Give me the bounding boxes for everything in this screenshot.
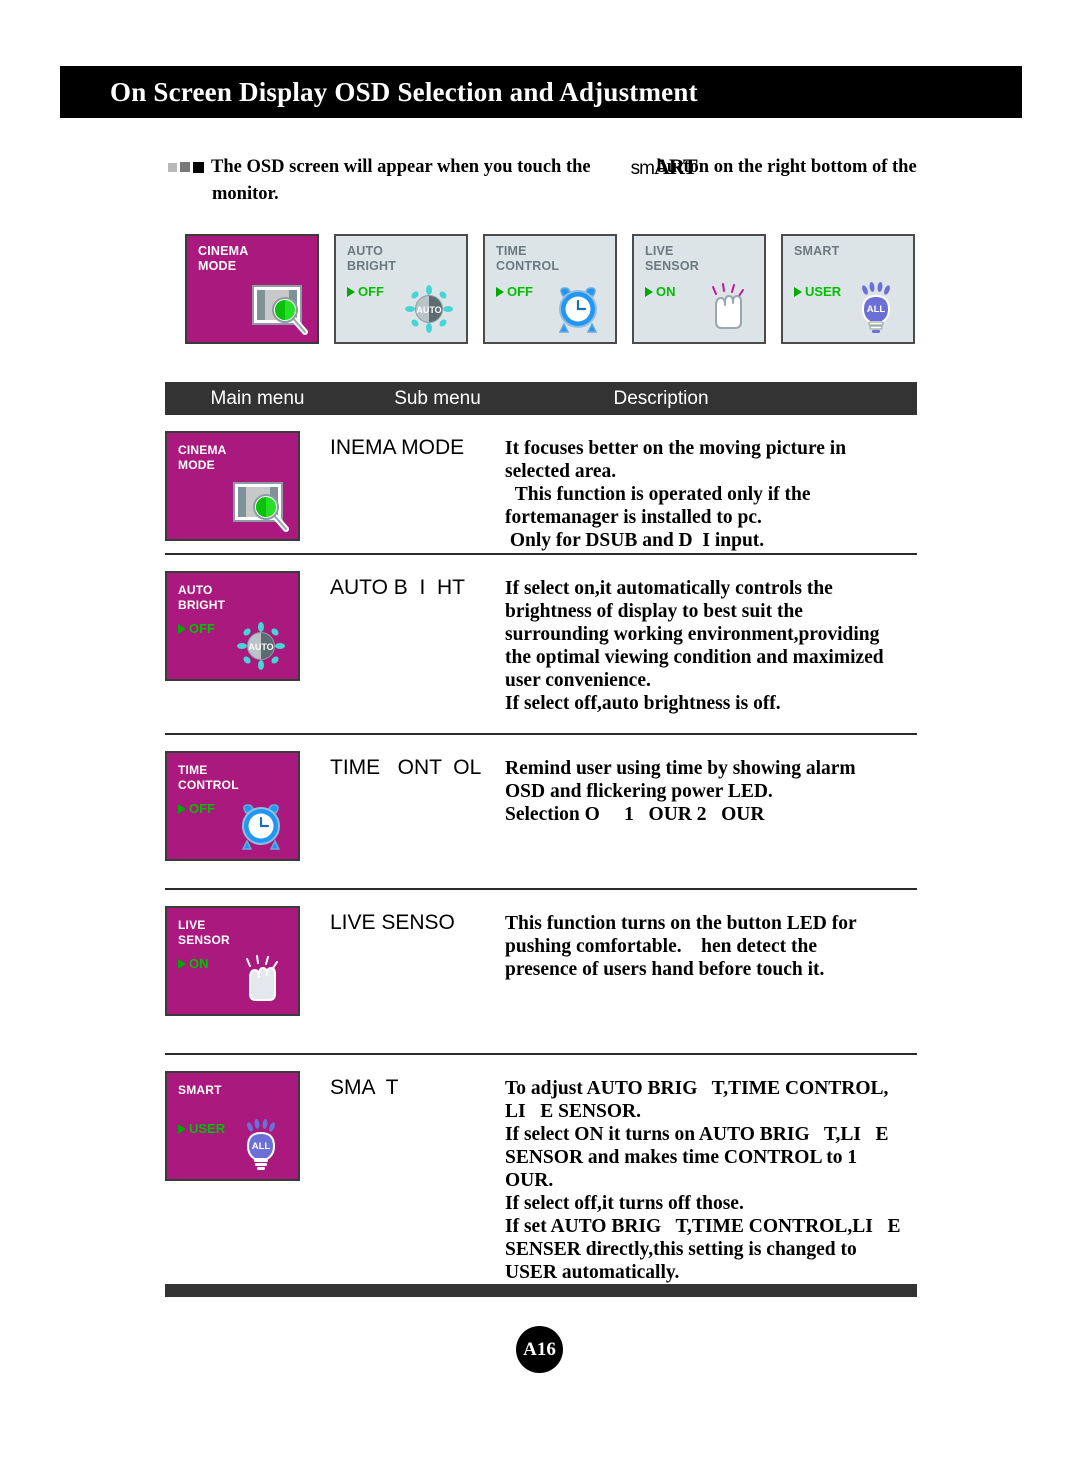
table-row: TIME CONTROL OFF TIME ONT OL Remind user… bbox=[165, 735, 917, 890]
osd-panel-state: ON bbox=[178, 956, 209, 971]
play-triangle-icon bbox=[347, 286, 355, 297]
play-triangle-icon bbox=[496, 286, 504, 297]
row-main-menu-cell: TIME CONTROL OFF bbox=[165, 751, 330, 890]
alarm-clock-icon bbox=[558, 287, 598, 333]
bullet-square-dark-icon bbox=[193, 161, 204, 173]
osd-panel-label: LIVE SENSOR bbox=[645, 244, 699, 273]
row-description-text: To adjust AUTO BRIG T,TIME CONTROL, LI E… bbox=[505, 1078, 901, 1283]
table-bottom-bar bbox=[165, 1284, 917, 1297]
smart-logo-suffix: ART bbox=[653, 154, 698, 179]
osd-panel-label: LIVE SENSOR bbox=[178, 918, 230, 947]
play-triangle-icon bbox=[178, 803, 186, 814]
osd-state-text: OFF bbox=[189, 621, 215, 636]
osd-panel-label: TIME CONTROL bbox=[496, 244, 560, 273]
osd-panel-label: CINEMA MODE bbox=[178, 443, 227, 472]
osd-panel-auto-bright-row[interactable]: AUTO BRIGHT OFF AUTO bbox=[165, 571, 300, 681]
column-header-description: Description bbox=[613, 387, 709, 409]
osd-state-text: OFF bbox=[358, 284, 384, 299]
hand-touch-icon bbox=[246, 955, 278, 1001]
page-header-bar: On Screen Display OSD Selection and Adju… bbox=[60, 66, 1022, 118]
column-header-sub-menu: Sub menu bbox=[394, 387, 481, 409]
osd-state-text: ON bbox=[656, 284, 676, 299]
osd-state-text: OFF bbox=[507, 284, 533, 299]
play-triangle-icon bbox=[794, 286, 802, 297]
row-description-text: If select on,it automatically controls t… bbox=[505, 578, 884, 714]
cinema-magnifier-icon bbox=[252, 285, 308, 335]
osd-state-text: ON bbox=[189, 956, 209, 971]
row-sub-menu-label: INEMA MODE bbox=[330, 436, 465, 459]
row-sub-menu-label: AUTO B I HT bbox=[330, 576, 465, 599]
table-row: AUTO BRIGHT OFF AUTO AUTO B I HT If sele… bbox=[165, 555, 917, 735]
svg-text:ALL: ALL bbox=[252, 1141, 271, 1152]
auto-sun-icon: AUTO bbox=[237, 622, 285, 670]
osd-panel-state: USER bbox=[178, 1121, 225, 1136]
osd-panel-auto-bright[interactable]: AUTO BRIGHT OFF AUTO bbox=[334, 234, 468, 344]
osd-state-text: USER bbox=[805, 284, 842, 299]
row-main-menu-cell: AUTO BRIGHT OFF AUTO bbox=[165, 571, 330, 735]
osd-panel-live-sensor-row[interactable]: LIVE SENSOR ON bbox=[165, 906, 300, 1016]
osd-state-text: OFF bbox=[189, 801, 215, 816]
smart-logo-prefix: sm bbox=[630, 158, 655, 179]
osd-state-text: USER bbox=[189, 1121, 226, 1136]
osd-panel-label: AUTO BRIGHT bbox=[347, 244, 397, 273]
row-description-text: Remind user using time by showing alarm … bbox=[505, 758, 856, 825]
row-sub-menu-label: LIVE SENSO bbox=[330, 911, 455, 934]
osd-panel-smart-row[interactable]: SMART USER ALL bbox=[165, 1071, 300, 1181]
play-triangle-icon bbox=[178, 623, 186, 634]
page-number-badge: A16 bbox=[516, 1326, 563, 1373]
play-triangle-icon bbox=[178, 958, 186, 969]
intro-note: The OSD screen will appear when you touc… bbox=[168, 154, 958, 205]
page-title: On Screen Display OSD Selection and Adju… bbox=[110, 76, 698, 107]
osd-panel-smart[interactable]: SMART USER ALL bbox=[781, 234, 915, 344]
osd-panel-state: OFF bbox=[178, 621, 215, 636]
bullet-markers bbox=[168, 161, 204, 173]
cinema-magnifier-icon bbox=[233, 482, 289, 532]
table-row: LIVE SENSOR ON LIVE SENSO This function … bbox=[165, 890, 917, 1055]
lightbulb-all-icon: ALL bbox=[861, 282, 891, 333]
auto-sun-icon: AUTO bbox=[405, 285, 453, 333]
row-main-menu-cell: CINEMA MODE bbox=[165, 431, 330, 555]
osd-panel-label: SMART bbox=[794, 244, 840, 258]
intro-text-before: The OSD screen will appear when you touc… bbox=[211, 156, 591, 177]
osd-panel-cinema-mode[interactable]: CINEMA MODE bbox=[185, 234, 319, 344]
hand-touch-icon bbox=[712, 283, 744, 329]
osd-panel-label: TIME CONTROL bbox=[178, 763, 239, 792]
table-header-row: Main menu Sub menu Description bbox=[165, 382, 917, 415]
table-row: CINEMA MODE INEMA MODE It focuses better… bbox=[165, 415, 917, 555]
osd-panel-label: AUTO BRIGHT bbox=[178, 583, 226, 612]
row-description-text: This function turns on the button LED fo… bbox=[505, 913, 857, 980]
svg-text:AUTO: AUTO bbox=[248, 642, 273, 652]
row-main-menu-cell: LIVE SENSOR ON bbox=[165, 906, 330, 1055]
osd-panel-time-control[interactable]: TIME CONTROL OFF bbox=[483, 234, 617, 344]
osd-menu-table: Main menu Sub menu Description CINEMA MO… bbox=[165, 382, 917, 1284]
smart-button-logo: smART bbox=[630, 154, 698, 180]
osd-panel-state: OFF bbox=[496, 284, 533, 299]
osd-panel-time-control-row[interactable]: TIME CONTROL OFF bbox=[165, 751, 300, 861]
play-triangle-icon bbox=[645, 286, 653, 297]
osd-panel-live-sensor[interactable]: LIVE SENSOR ON bbox=[632, 234, 766, 344]
row-main-menu-cell: SMART USER ALL bbox=[165, 1071, 330, 1284]
osd-panel-strip: CINEMA MODE AUTO BRIGHT OFF AUTO TIME CO… bbox=[185, 234, 915, 344]
osd-panel-state: OFF bbox=[178, 801, 215, 816]
osd-panel-state: ON bbox=[645, 284, 676, 299]
column-header-main-menu: Main menu bbox=[210, 387, 305, 409]
row-description-text: It focuses better on the moving picture … bbox=[505, 438, 847, 551]
bullet-square-light-icon bbox=[168, 162, 177, 172]
alarm-clock-icon bbox=[241, 804, 281, 850]
row-sub-menu-label: SMA T bbox=[330, 1076, 399, 1099]
intro-line-2: monitor. bbox=[212, 184, 279, 204]
osd-panel-state: OFF bbox=[347, 284, 384, 299]
lightbulb-all-icon: ALL bbox=[246, 1119, 276, 1170]
osd-panel-state: USER bbox=[794, 284, 841, 299]
row-sub-menu-label: TIME ONT OL bbox=[330, 756, 482, 779]
osd-panel-cinema-mode-row[interactable]: CINEMA MODE bbox=[165, 431, 300, 541]
bullet-square-mid-icon bbox=[180, 162, 190, 172]
osd-panel-label: SMART bbox=[178, 1083, 222, 1097]
play-triangle-icon bbox=[178, 1123, 186, 1134]
svg-text:AUTO: AUTO bbox=[416, 305, 441, 315]
table-row: SMART USER ALL SMA T To adjust AUTO BRIG… bbox=[165, 1055, 917, 1284]
osd-panel-label: CINEMA MODE bbox=[198, 244, 249, 273]
svg-text:ALL: ALL bbox=[867, 304, 886, 315]
